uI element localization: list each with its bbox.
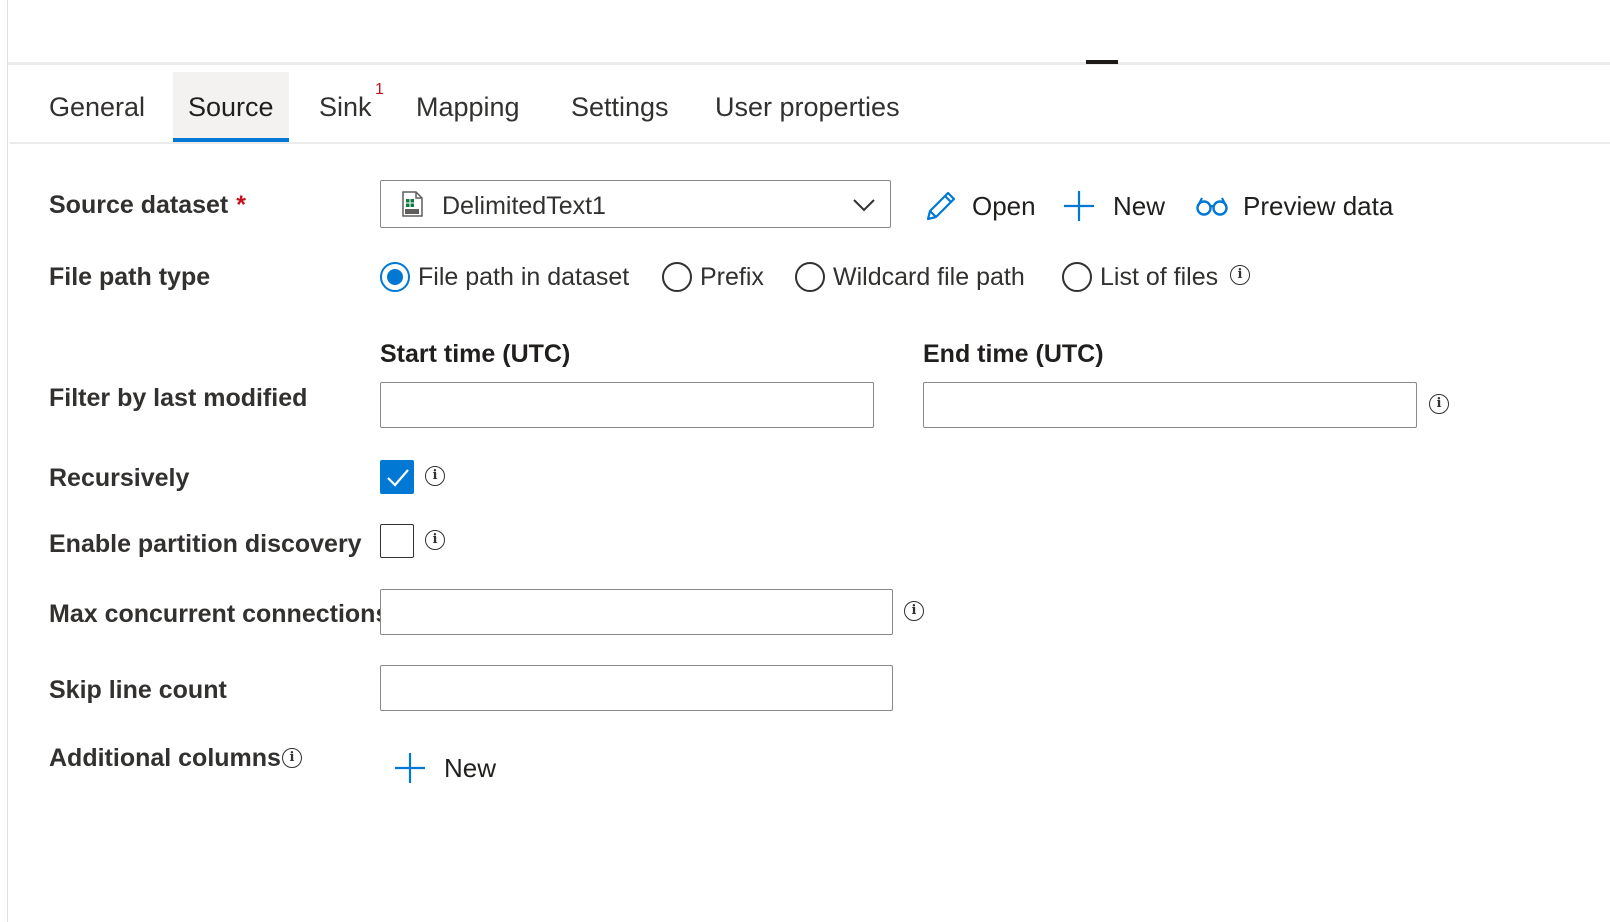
additional-columns-label: Additional columns — [49, 744, 281, 772]
info-icon[interactable]: i — [1429, 394, 1449, 414]
radio-label: List of files — [1100, 262, 1219, 291]
required-mark: * — [236, 191, 246, 219]
radio-circle — [1062, 262, 1092, 292]
end-time-input[interactable] — [923, 382, 1417, 428]
tab-general[interactable]: General — [49, 72, 145, 140]
tab-label: Settings — [571, 92, 669, 122]
radio-wildcard-file-path[interactable]: Wildcard file path — [795, 257, 1025, 297]
tab-label: Source — [188, 92, 274, 122]
recursively-label: Recursively — [49, 464, 190, 492]
open-label: Open — [972, 190, 1036, 221]
open-dataset-button[interactable]: Open — [924, 186, 1036, 226]
add-column-button[interactable]: New — [394, 748, 496, 788]
info-icon[interactable]: i — [425, 466, 445, 486]
radio-label: File path in dataset — [418, 262, 630, 291]
file-path-type-label: File path type — [49, 263, 211, 291]
panel-divider — [8, 62, 1610, 65]
chevron-down-icon — [853, 199, 875, 212]
start-time-label: Start time (UTC) — [380, 340, 571, 368]
start-time-input[interactable] — [380, 382, 874, 428]
panel-left-border — [7, 0, 8, 922]
source-dataset-value: DelimitedText1 — [442, 192, 606, 220]
source-dataset-label-text: Source dataset — [49, 191, 229, 219]
sink-error-badge: 1 — [375, 81, 384, 98]
filter-last-modified-label: Filter by last modified — [49, 384, 308, 412]
new-dataset-button[interactable]: New — [1063, 186, 1165, 226]
radio-list-of-files[interactable]: List of files — [1062, 257, 1218, 297]
checkmark-icon — [387, 469, 409, 487]
info-icon[interactable]: i — [1230, 265, 1250, 285]
radio-prefix[interactable]: Prefix — [662, 257, 764, 297]
radio-file-path-in-dataset[interactable]: File path in dataset — [380, 257, 629, 297]
glasses-icon — [1196, 197, 1228, 216]
tab-sink[interactable]: Sink — [319, 72, 372, 140]
max-connections-label: Max concurrent connections — [49, 600, 390, 628]
preview-data-label: Preview data — [1243, 190, 1394, 221]
source-dataset-select[interactable]: DelimitedText1 — [380, 180, 891, 228]
info-icon[interactable]: i — [282, 748, 302, 768]
recursively-checkbox[interactable] — [380, 460, 414, 494]
new-label: New — [1113, 190, 1166, 221]
tab-user-properties[interactable]: User properties — [715, 72, 900, 140]
radio-circle — [795, 262, 825, 292]
new-label: New — [444, 752, 497, 783]
pencil-icon — [926, 191, 956, 221]
tab-settings[interactable]: Settings — [571, 72, 669, 140]
radio-label: Prefix — [700, 262, 764, 291]
radio-circle-selected — [380, 262, 410, 292]
tab-label: User properties — [715, 92, 900, 122]
skip-line-count-input[interactable] — [380, 665, 893, 711]
partition-discovery-checkbox[interactable] — [380, 524, 414, 558]
tab-label: General — [49, 92, 146, 122]
source-dataset-label: Source dataset * — [49, 191, 246, 220]
preview-data-button[interactable]: Preview data — [1195, 186, 1393, 226]
max-connections-input[interactable] — [380, 589, 893, 635]
resize-handle[interactable] — [1086, 60, 1118, 64]
info-icon[interactable]: i — [425, 530, 445, 550]
radio-label: Wildcard file path — [833, 262, 1025, 291]
tab-mapping[interactable]: Mapping — [416, 72, 520, 140]
info-icon[interactable]: i — [904, 601, 924, 621]
radio-circle — [662, 262, 692, 292]
partition-discovery-label: Enable partition discovery — [49, 530, 362, 558]
end-time-label: End time (UTC) — [923, 340, 1104, 368]
skip-line-count-label: Skip line count — [49, 676, 227, 704]
plus-icon — [395, 753, 425, 783]
plus-icon — [1064, 191, 1094, 221]
csv-file-icon — [402, 191, 423, 217]
tab-label: Mapping — [416, 92, 520, 122]
tab-label: Sink — [319, 92, 372, 122]
tab-bar: General Source Sink 1 Mapping Settings U… — [10, 72, 1610, 144]
tab-source[interactable]: Source — [173, 72, 289, 142]
